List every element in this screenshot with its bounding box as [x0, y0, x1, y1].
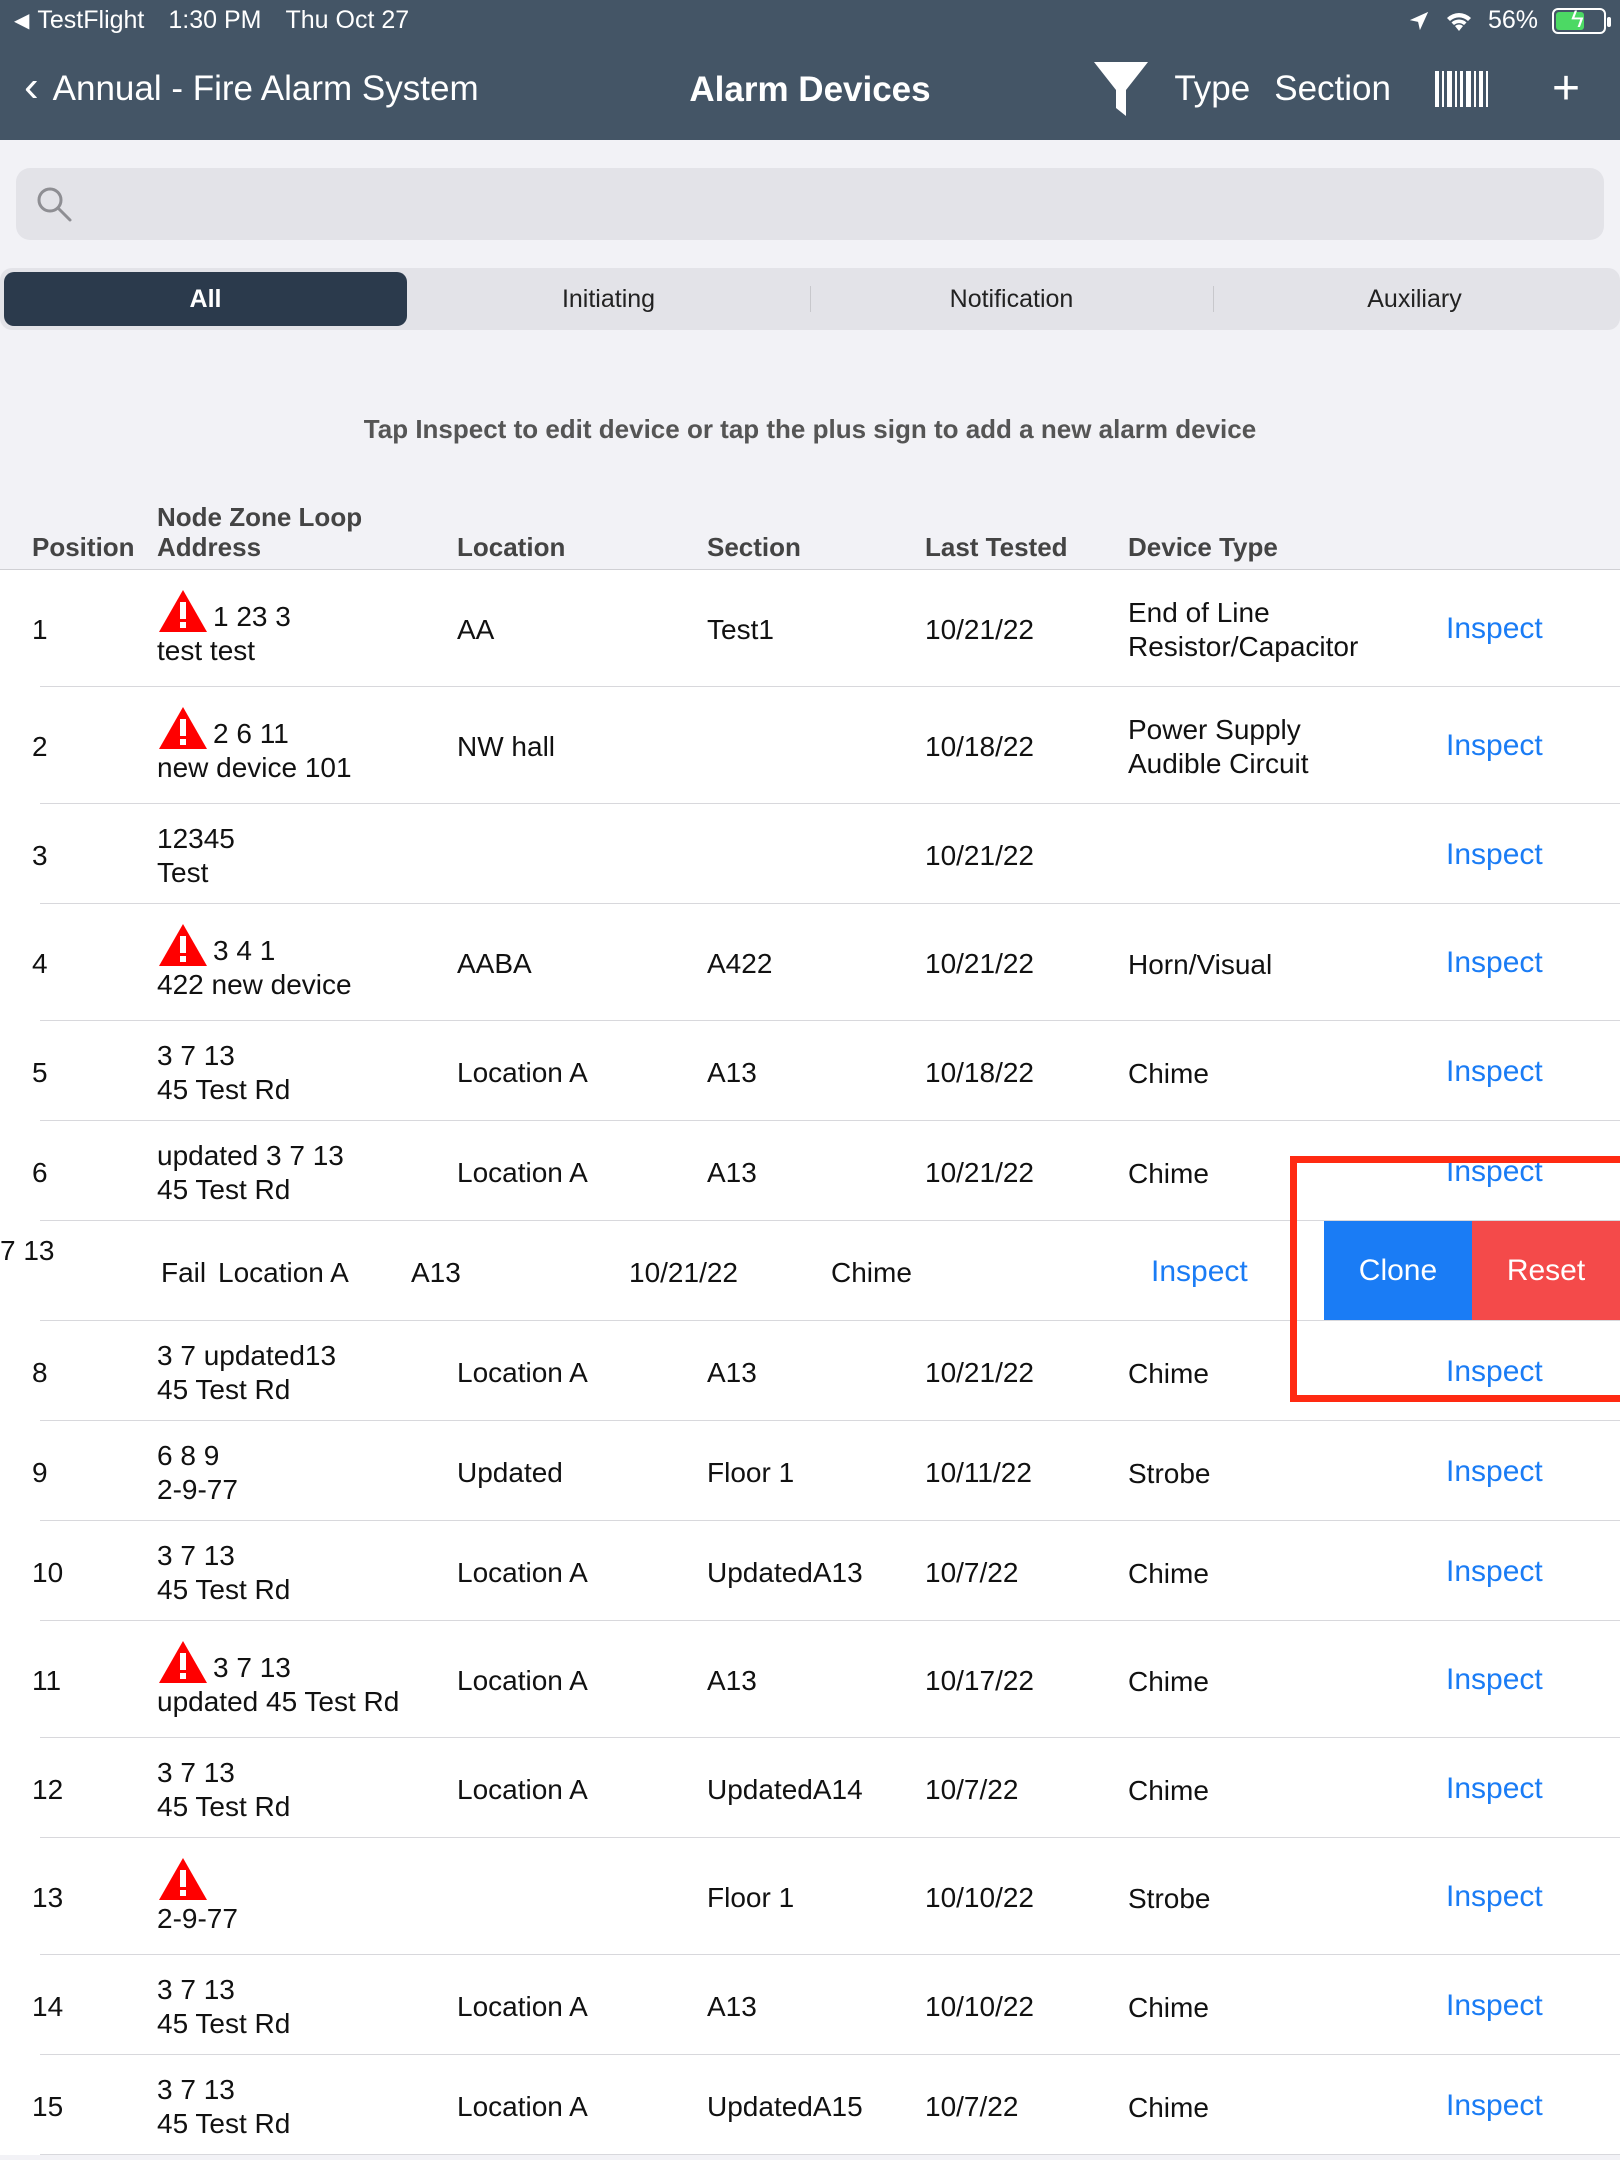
chevron-left-icon: ‹ [24, 62, 39, 111]
inspect-button[interactable]: Inspect [1446, 1155, 1543, 1189]
segment-notification[interactable]: Notification [810, 272, 1213, 326]
table-row[interactable]: 11 3 7 13 updated 45 Test Rd Location A … [0, 1621, 1620, 1738]
inspect-button[interactable]: Inspect [1446, 1355, 1543, 1389]
table-row[interactable]: 10 3 7 13 45 Test Rd Location A UpdatedA1… [0, 1521, 1620, 1621]
instruction-text: Tap Inspect to edit device or tap the pl… [363, 414, 1257, 444]
wifi-icon [1446, 12, 1471, 31]
warning-icon [159, 1858, 207, 1900]
inspect-button[interactable]: Inspect [1446, 612, 1543, 646]
table-row[interactable]: 2 2 6 11 new device 101 NW hall 10/18/22… [0, 687, 1620, 804]
inspect-button[interactable]: Inspect [1446, 2089, 1543, 2123]
table-row[interactable]: 8 3 7 updated13 45 Test Rd Location A A13… [0, 1321, 1620, 1421]
battery-percent: 56% [1487, 6, 1538, 34]
device-table: 1 1 23 3 test test AA Test1 10/21/22 End… [0, 570, 1620, 2155]
battery-icon: ϟ [1552, 6, 1611, 34]
navigation-bar: ‹ Annual - Fire Alarm System Alarm Devic… [0, 60, 1620, 120]
inspect-button[interactable]: Inspect [1151, 1255, 1248, 1289]
back-button[interactable]: ‹ Annual - Fire Alarm System [24, 62, 479, 112]
warning-icon [159, 924, 207, 966]
inspect-button[interactable]: Inspect [1446, 729, 1543, 763]
col-section: Section [707, 532, 801, 562]
segment-initiating[interactable]: Initiating [407, 272, 810, 326]
inspect-button[interactable]: Inspect [1446, 1880, 1543, 1914]
type-button[interactable]: Type [1174, 69, 1250, 109]
inspect-button[interactable]: Inspect [1446, 946, 1543, 980]
location-arrow-icon [1409, 11, 1429, 30]
back-button-label: Annual - Fire Alarm System [52, 69, 479, 108]
col-last-tested: Last Tested [925, 532, 1068, 562]
search-bar [16, 168, 1604, 240]
clone-button[interactable]: Clone [1324, 1221, 1472, 1321]
table-row[interactable]: 4 3 4 1 422 new device AABA A422 10/21/2… [0, 904, 1620, 1021]
table-row[interactable]: 12 3 7 13 45 Test Rd Location A UpdatedA1… [0, 1738, 1620, 1838]
table-header: Position Node Zone Loop Address Location… [0, 500, 1620, 570]
warning-icon [159, 707, 207, 749]
table-row-swiped[interactable]: 7 13 Fail Location A A13 10/21/22 Chime … [0, 1221, 1620, 1321]
reset-button[interactable]: Reset [1472, 1221, 1620, 1321]
table-row[interactable]: 15 3 7 13 45 Test Rd Location A UpdatedA1… [0, 2055, 1620, 2155]
warning-icon [159, 1641, 207, 1683]
col-location: Location [457, 532, 566, 562]
table-row[interactable]: 13 2-9-77 Floor 1 10/10/22 Strobe Inspec… [0, 1838, 1620, 1955]
table-row[interactable]: 14 3 7 13 45 Test Rd Location A A13 10/10… [0, 1955, 1620, 2055]
table-row[interactable]: 5 3 7 13 45 Test Rd Location A A13 10/18/… [0, 1021, 1620, 1121]
status-date: Thu Oct 27 [285, 6, 410, 34]
search-icon [37, 187, 72, 222]
barcode-icon[interactable] [1434, 71, 1488, 107]
col-address-line2: Address [157, 532, 262, 562]
table-row[interactable]: 3 12345 Test 10/21/22 Inspect [0, 804, 1620, 904]
col-device-type: Device Type [1128, 532, 1278, 562]
status-bar: ◀ TestFlight 1:30 PM Thu Oct 27 56% ϟ [0, 4, 1620, 38]
inspect-button[interactable]: Inspect [1446, 1055, 1543, 1089]
back-to-app-icon[interactable]: ◀ [14, 8, 29, 33]
col-position: Position [32, 532, 135, 562]
status-app-name[interactable]: TestFlight [37, 6, 144, 35]
inspect-button[interactable]: Inspect [1446, 1772, 1543, 1806]
warning-icon [159, 590, 207, 632]
header-bar: ◀ TestFlight 1:30 PM Thu Oct 27 56% ϟ ‹ … [0, 0, 1620, 140]
inspect-button[interactable]: Inspect [1446, 1989, 1543, 2023]
inspect-button[interactable]: Inspect [1446, 1663, 1543, 1697]
status-time: 1:30 PM [168, 6, 262, 34]
device-category-segments: All Initiating Notification Auxiliary [0, 268, 1620, 330]
table-row[interactable]: 9 6 8 9 2-9-77 Updated Floor 1 10/11/22 S… [0, 1421, 1620, 1521]
inspect-button[interactable]: Inspect [1446, 1455, 1543, 1489]
section-button[interactable]: Section [1274, 69, 1391, 109]
col-address-line1: Node Zone Loop [157, 502, 363, 532]
add-device-button[interactable]: + [1552, 65, 1580, 113]
filter-icon[interactable] [1092, 60, 1150, 118]
table-row[interactable]: 1 1 23 3 test test AA Test1 10/21/22 End… [0, 570, 1620, 687]
page-title: Alarm Devices [689, 70, 931, 109]
segment-all[interactable]: All [4, 272, 407, 326]
inspect-button[interactable]: Inspect [1446, 838, 1543, 872]
table-row[interactable]: 6 updated 3 7 13 45 Test Rd Location A A1… [0, 1121, 1620, 1221]
segment-auxiliary[interactable]: Auxiliary [1213, 272, 1616, 326]
row-fragment-text: 7 13 [0, 1235, 55, 1266]
search-input[interactable] [86, 178, 1586, 230]
inspect-button[interactable]: Inspect [1446, 1555, 1543, 1589]
